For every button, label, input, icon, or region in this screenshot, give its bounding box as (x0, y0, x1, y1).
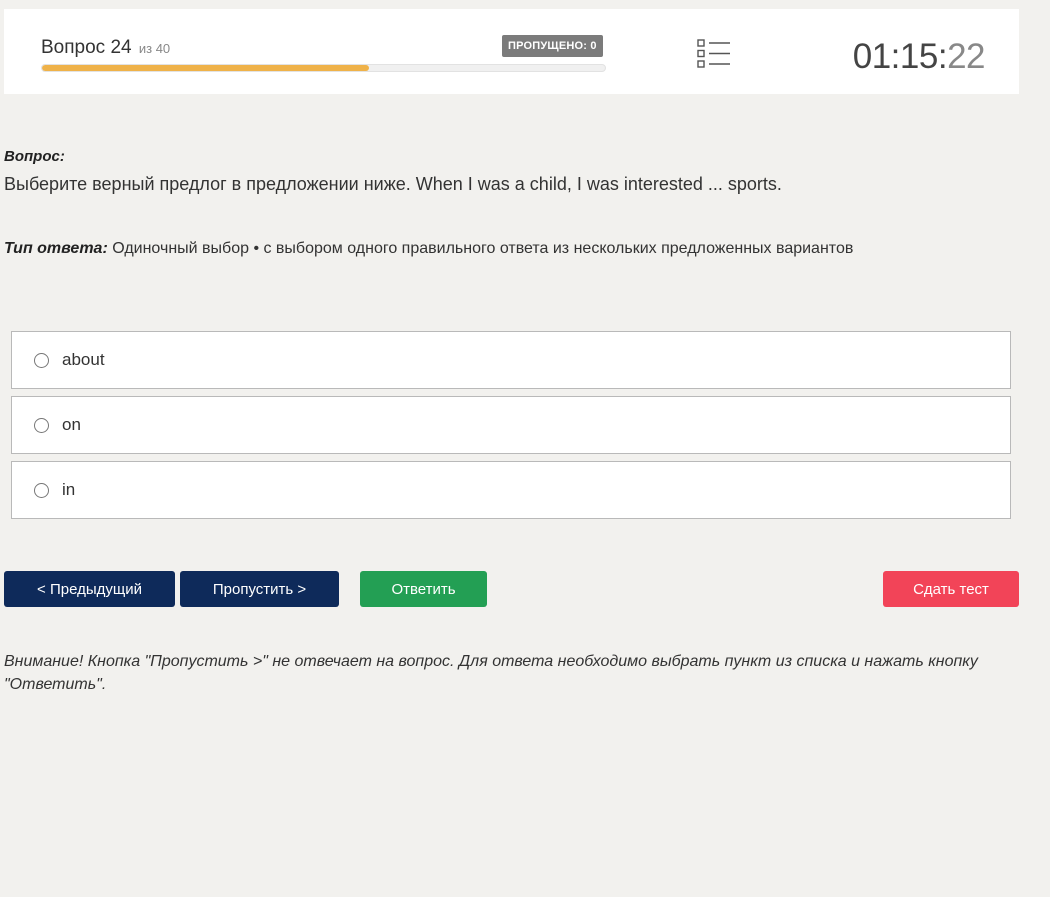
answer-type-text: Одиночный выбор • с выбором одного прави… (107, 240, 854, 257)
answer-options: about on in (11, 331, 1011, 526)
answer-option[interactable]: on (11, 396, 1011, 454)
answer-type: Тип ответа: Одиночный выбор • с выбором … (4, 240, 853, 258)
skip-button[interactable]: Пропустить > (180, 571, 339, 607)
answer-button[interactable]: Ответить (360, 571, 487, 607)
timer-hours-minutes: 01:15: (852, 37, 948, 76)
answer-option[interactable]: about (11, 331, 1011, 389)
progress-bar (41, 64, 606, 72)
submit-test-button[interactable]: Сдать тест (883, 571, 1019, 607)
radio-button[interactable] (34, 352, 49, 368)
previous-button[interactable]: < Предыдущий (4, 571, 175, 607)
question-counter: Вопрос 24 из 40 (41, 37, 170, 59)
option-label: on (62, 415, 81, 434)
option-label: in (62, 480, 76, 499)
option-label: about (62, 350, 105, 369)
question-label: Вопрос: (4, 148, 65, 165)
countdown-timer: 01:15:22 (852, 37, 986, 77)
answer-type-label: Тип ответа: (4, 240, 108, 257)
progress-fill (42, 65, 369, 71)
question-number: Вопрос 24 (41, 37, 132, 58)
question-list-icon[interactable] (697, 39, 731, 69)
radio-button[interactable] (34, 417, 49, 433)
question-total: из 40 (138, 41, 171, 56)
skip-warning: Внимание! Кнопка "Пропустить >" не отвеч… (4, 653, 978, 693)
answer-option[interactable]: in (11, 461, 1011, 519)
test-header: Вопрос 24 из 40 ПРОПУЩЕНО: 0 01:15:22 (4, 9, 1019, 94)
question-text: Выберите верный предлог в предложении ни… (4, 174, 782, 194)
radio-button[interactable] (34, 482, 49, 498)
timer-seconds: 22 (947, 37, 985, 76)
skipped-badge: ПРОПУЩЕНО: 0 (502, 35, 603, 57)
